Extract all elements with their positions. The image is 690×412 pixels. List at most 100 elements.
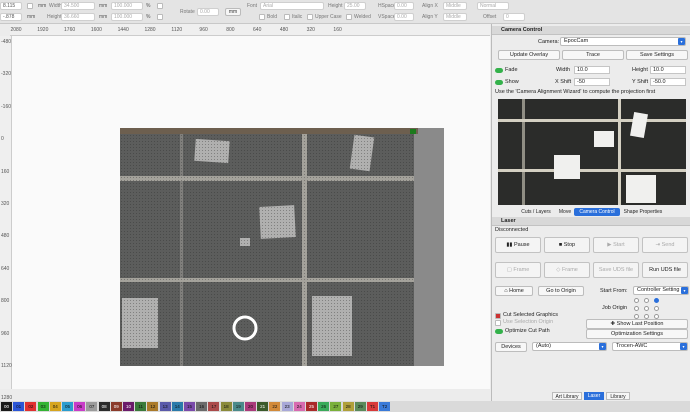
home-button[interactable]: ⌂ Home — [495, 286, 533, 296]
frame-button[interactable]: ▢ Frame — [495, 262, 541, 278]
cut-selected-checkbox[interactable] — [495, 313, 501, 319]
camera-select[interactable]: EpocCam ▾ — [560, 37, 686, 46]
tab-laser[interactable]: Laser — [584, 392, 604, 400]
welded-checkbox[interactable] — [346, 14, 352, 20]
save-uds-button[interactable]: Save UDS file — [593, 262, 639, 278]
palette-swatch-10[interactable]: 10 — [123, 402, 134, 411]
frame-rubber-band-button[interactable]: ◇ Frame — [544, 262, 590, 278]
start-button[interactable]: ▶ Start — [593, 237, 639, 253]
tab-move[interactable]: Move — [556, 208, 574, 216]
palette-swatch-05[interactable]: 05 — [62, 402, 73, 411]
height-percent-field[interactable]: 100.000 — [111, 13, 143, 21]
devices-button[interactable]: Devices — [495, 342, 527, 352]
optimize-cut-toggle[interactable] — [495, 329, 503, 334]
palette-swatch-02[interactable]: 02 — [25, 402, 37, 411]
palette-swatch-22[interactable]: 22 — [269, 402, 281, 411]
camera-width-field[interactable]: 10.0 — [574, 66, 610, 74]
palette-swatch-01[interactable]: 01 — [13, 402, 25, 411]
palette-swatch-09[interactable]: 09 — [110, 402, 122, 411]
trace-button[interactable]: Trace — [562, 50, 624, 60]
y-shift-field[interactable]: -50.0 — [650, 78, 686, 86]
text-height-field[interactable]: 25.00 — [344, 2, 366, 10]
palette-swatch-13[interactable]: 13 — [159, 402, 171, 411]
tab-library[interactable]: Library — [606, 392, 630, 400]
fade-toggle[interactable] — [495, 68, 503, 73]
palette-swatch-16[interactable]: 16 — [196, 402, 208, 411]
stop-button[interactable]: ■ Stop — [544, 237, 590, 253]
palette-swatch-27[interactable]: 27 — [330, 402, 342, 411]
tab-camera-control[interactable]: Camera Control — [574, 208, 620, 216]
align-y-select[interactable]: Middle — [443, 13, 467, 21]
font-field[interactable]: Arial — [260, 2, 324, 10]
palette-swatch-23[interactable]: 23 — [281, 402, 293, 411]
palette-swatch-06[interactable]: 06 — [74, 402, 86, 411]
bold-checkbox[interactable] — [259, 14, 265, 20]
tab-shape-properties[interactable]: Shape Properties — [620, 208, 666, 216]
scale-lock2-checkbox[interactable] — [157, 14, 163, 20]
job-origin-radio-tl[interactable] — [634, 298, 639, 303]
optimization-settings-button[interactable]: Optimization Settings — [586, 329, 688, 339]
job-origin-radio-tr[interactable] — [654, 298, 659, 303]
design-canvas[interactable] — [12, 36, 490, 389]
palette-swatch-12[interactable]: 12 — [147, 402, 159, 411]
palette-swatch-21[interactable]: 21 — [257, 402, 269, 411]
palette-swatch-14[interactable]: 14 — [171, 402, 183, 411]
palette-swatch-04[interactable]: 04 — [49, 402, 61, 411]
palette-swatch-25[interactable]: 25 — [306, 402, 317, 411]
pause-button[interactable]: ▮▮ Pause — [495, 237, 541, 253]
palette-swatch-00[interactable]: 00 — [1, 402, 12, 411]
use-selection-origin-checkbox[interactable] — [495, 320, 501, 326]
show-toggle[interactable] — [495, 80, 503, 85]
device-name-select[interactable]: Trocen-AWC ▾ — [612, 342, 688, 351]
upper-case-checkbox[interactable] — [307, 14, 313, 20]
offset-field[interactable]: 0 — [503, 13, 525, 21]
tab-art-library[interactable]: Art Library — [552, 392, 582, 400]
palette-swatch-15[interactable]: 15 — [184, 402, 195, 411]
width-field[interactable]: 34.500 — [61, 2, 95, 10]
palette-swatch-T2[interactable]: T2 — [379, 402, 391, 411]
palette-swatch-11[interactable]: 11 — [135, 402, 147, 411]
start-from-select[interactable]: Controller Setting ▾ — [633, 286, 689, 295]
scale-lock-checkbox[interactable] — [157, 3, 163, 9]
camera-height-field[interactable]: 10.0 — [650, 66, 686, 74]
width-percent-field[interactable]: 100.000 — [111, 2, 143, 10]
job-origin-radio-tc[interactable] — [644, 298, 649, 303]
palette-swatch-18[interactable]: 18 — [220, 402, 232, 411]
palette-swatch-20[interactable]: 20 — [245, 402, 256, 411]
ruler-top-tick-label: 1920 — [37, 27, 49, 33]
palette-swatch-07[interactable]: 07 — [86, 402, 98, 411]
go-to-origin-button[interactable]: Go to Origin — [538, 286, 584, 296]
run-uds-button[interactable]: Run UDS file — [642, 262, 688, 278]
align-x-select[interactable]: Middle — [443, 2, 467, 10]
vspace-field[interactable]: 0.00 — [394, 13, 414, 21]
job-origin-radio-mc[interactable] — [644, 306, 649, 311]
x-shift-field[interactable]: -50 — [574, 78, 610, 86]
y-position-field[interactable]: -.878 — [0, 13, 22, 21]
job-origin-radio-mr[interactable] — [654, 306, 659, 311]
height-field[interactable]: 36.660 — [61, 13, 95, 21]
italic-checkbox[interactable] — [284, 14, 290, 20]
normal-select[interactable]: Normal — [477, 2, 509, 10]
palette-swatch-19[interactable]: 19 — [232, 402, 244, 411]
save-settings-button[interactable]: Save Settings — [626, 50, 688, 60]
palette-swatch-28[interactable]: 28 — [342, 402, 354, 411]
rotate-unit-button[interactable]: mm — [225, 8, 241, 16]
lock-checkbox[interactable] — [27, 3, 33, 9]
hspace-field[interactable]: 0.00 — [394, 2, 414, 10]
palette-swatch-29[interactable]: 29 — [354, 402, 366, 411]
x-position-field[interactable]: 8.115 — [0, 2, 22, 10]
palette-swatch-T1[interactable]: T1 — [367, 402, 378, 411]
palette-swatch-03[interactable]: 03 — [37, 402, 49, 411]
palette-swatch-24[interactable]: 24 — [293, 402, 305, 411]
job-origin-radio-ml[interactable] — [634, 306, 639, 311]
tab-cuts-layers[interactable]: Cuts / Layers — [516, 208, 556, 216]
devices-select[interactable]: (Auto) ▾ — [532, 342, 607, 351]
palette-swatch-17[interactable]: 17 — [208, 402, 220, 411]
palette-swatch-26[interactable]: 26 — [318, 402, 330, 411]
rotate-field[interactable]: 0.00 — [197, 8, 219, 16]
update-overlay-button[interactable]: Update Overlay — [498, 50, 560, 60]
show-last-position-button[interactable]: ✚ Show Last Position — [586, 319, 688, 329]
palette-swatch-08[interactable]: 08 — [98, 402, 110, 411]
send-button[interactable]: ⇥ Send — [642, 237, 688, 253]
selection-handle[interactable] — [410, 129, 416, 134]
